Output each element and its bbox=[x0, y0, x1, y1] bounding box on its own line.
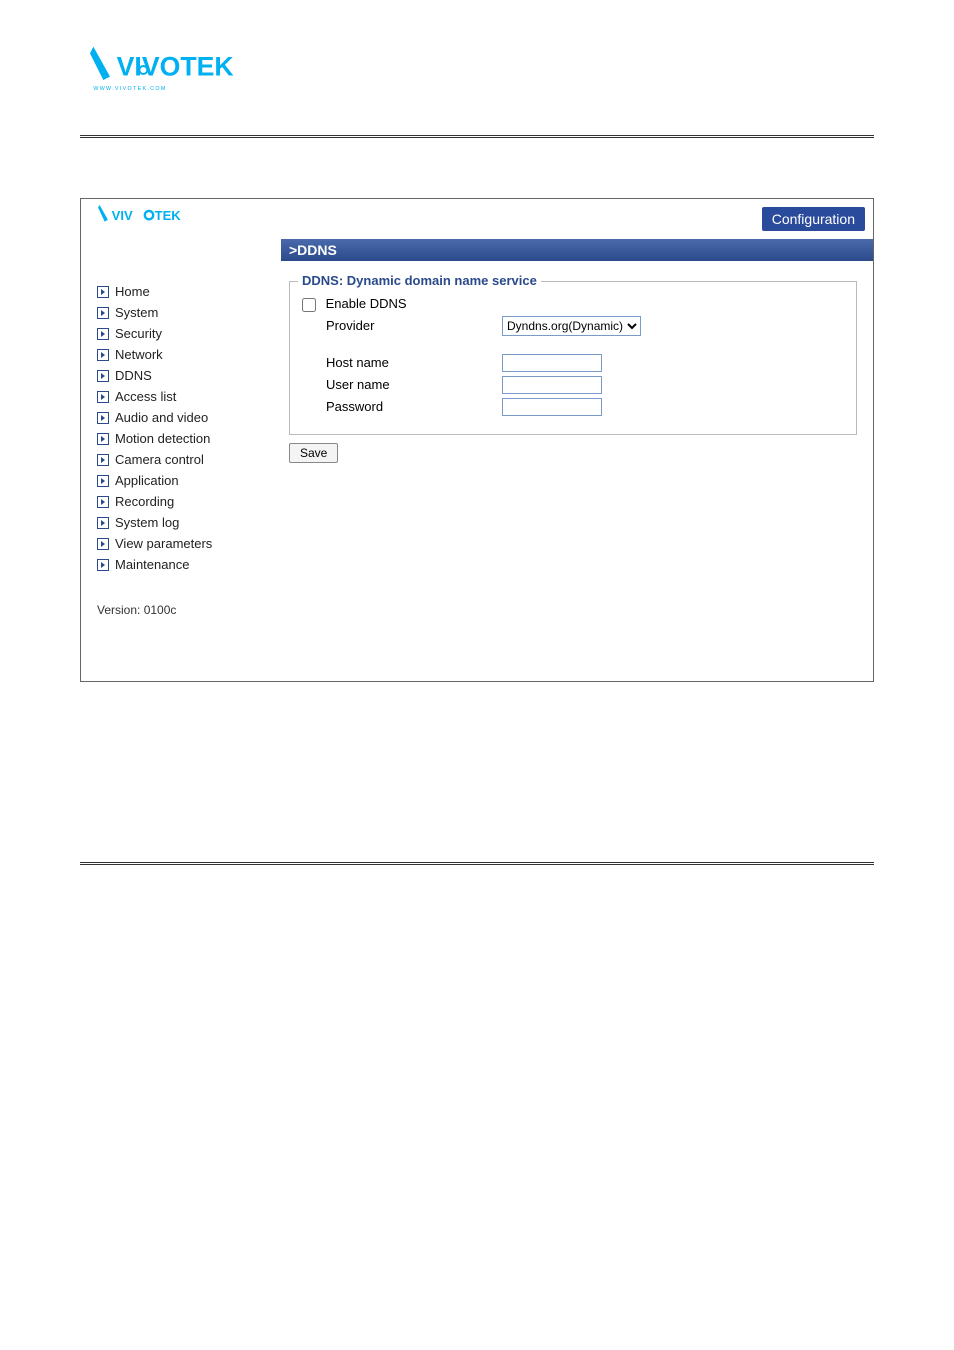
sidebar-item-view-parameters[interactable]: View parameters bbox=[97, 533, 269, 554]
arrow-icon bbox=[97, 328, 109, 340]
username-label: User name bbox=[302, 377, 502, 392]
sidebar-item-security[interactable]: Security bbox=[97, 323, 269, 344]
enable-ddns-text: Enable DDNS bbox=[326, 296, 407, 311]
sidebar-item-audio-video[interactable]: Audio and video bbox=[97, 407, 269, 428]
enable-ddns-checkbox[interactable] bbox=[302, 298, 316, 312]
arrow-icon bbox=[97, 517, 109, 529]
vivotek-logo-icon: VIVOTEK WWW.VIVOTEK.COM bbox=[80, 40, 280, 100]
enable-ddns-label[interactable]: Enable DDNS bbox=[302, 296, 407, 312]
sidebar-item-network[interactable]: Network bbox=[97, 344, 269, 365]
arrow-icon bbox=[97, 538, 109, 550]
fieldset-legend: DDNS: Dynamic domain name service bbox=[298, 273, 541, 288]
hostname-label: Host name bbox=[302, 355, 502, 370]
arrow-icon bbox=[97, 496, 109, 508]
sidebar-item-camera-control[interactable]: Camera control bbox=[97, 449, 269, 470]
sidebar-item-label: Audio and video bbox=[115, 410, 208, 425]
arrow-icon bbox=[97, 286, 109, 298]
arrow-icon bbox=[97, 559, 109, 571]
sidebar-item-motion-detection[interactable]: Motion detection bbox=[97, 428, 269, 449]
provider-label: Provider bbox=[302, 318, 502, 333]
sidebar-item-access-list[interactable]: Access list bbox=[97, 386, 269, 407]
password-row: Password bbox=[302, 398, 844, 416]
sidebar-item-label: Maintenance bbox=[115, 557, 189, 572]
sidebar-item-label: View parameters bbox=[115, 536, 212, 551]
arrow-icon bbox=[97, 454, 109, 466]
password-label: Password bbox=[302, 399, 502, 414]
arrow-icon bbox=[97, 475, 109, 487]
sidebar-item-recording[interactable]: Recording bbox=[97, 491, 269, 512]
sidebar-item-label: Network bbox=[115, 347, 163, 362]
app-header: VIV TEK Configuration bbox=[81, 199, 873, 239]
title-bar: >DDNS bbox=[281, 239, 873, 261]
app-frame: VIV TEK Configuration >DDNS Home System … bbox=[80, 198, 874, 682]
sidebar-item-label: System bbox=[115, 305, 158, 320]
page-logo: VIVOTEK WWW.VIVOTEK.COM bbox=[80, 40, 874, 105]
nav-list: Home System Security Network DDNS Access… bbox=[97, 281, 269, 575]
sidebar-item-label: Recording bbox=[115, 494, 174, 509]
svg-text:VIV: VIV bbox=[112, 207, 133, 222]
sidebar: Home System Security Network DDNS Access… bbox=[81, 261, 281, 681]
password-input[interactable] bbox=[502, 398, 602, 416]
sidebar-item-ddns[interactable]: DDNS bbox=[97, 365, 269, 386]
sidebar-item-label: Camera control bbox=[115, 452, 204, 467]
svg-text:TEK: TEK bbox=[155, 207, 182, 222]
sidebar-item-label: DDNS bbox=[115, 368, 152, 383]
sidebar-item-system-log[interactable]: System log bbox=[97, 512, 269, 533]
provider-select[interactable]: Dyndns.org(Dynamic) bbox=[502, 316, 641, 336]
arrow-icon bbox=[97, 412, 109, 424]
provider-row: Provider Dyndns.org(Dynamic) bbox=[302, 316, 844, 336]
svg-text:WWW.VIVOTEK.COM: WWW.VIVOTEK.COM bbox=[93, 86, 166, 92]
ddns-fieldset: DDNS: Dynamic domain name service Enable… bbox=[289, 281, 857, 435]
version-label: Version: 0100c bbox=[97, 603, 269, 617]
vivotek-small-logo-icon: VIV TEK bbox=[93, 200, 233, 234]
username-row: User name bbox=[302, 376, 844, 394]
sidebar-item-home[interactable]: Home bbox=[97, 281, 269, 302]
sidebar-item-label: Access list bbox=[115, 389, 176, 404]
sidebar-item-label: Motion detection bbox=[115, 431, 210, 446]
arrow-icon bbox=[97, 349, 109, 361]
enable-ddns-row: Enable DDNS bbox=[302, 296, 844, 312]
hostname-row: Host name bbox=[302, 354, 844, 372]
arrow-icon bbox=[97, 433, 109, 445]
sidebar-item-label: Application bbox=[115, 473, 179, 488]
sidebar-item-application[interactable]: Application bbox=[97, 470, 269, 491]
sidebar-item-maintenance[interactable]: Maintenance bbox=[97, 554, 269, 575]
arrow-icon bbox=[97, 391, 109, 403]
sidebar-item-label: System log bbox=[115, 515, 179, 530]
configuration-label: Configuration bbox=[762, 207, 865, 231]
spacer bbox=[302, 340, 844, 350]
svg-text:VIVOTEK: VIVOTEK bbox=[117, 51, 234, 81]
hostname-input[interactable] bbox=[502, 354, 602, 372]
divider-top bbox=[80, 135, 874, 138]
sidebar-item-label: Security bbox=[115, 326, 162, 341]
arrow-icon bbox=[97, 307, 109, 319]
app-body: Home System Security Network DDNS Access… bbox=[81, 261, 873, 681]
username-input[interactable] bbox=[502, 376, 602, 394]
save-button[interactable]: Save bbox=[289, 443, 338, 463]
sidebar-item-system[interactable]: System bbox=[97, 302, 269, 323]
app-header-logo: VIV TEK bbox=[93, 200, 233, 239]
divider-bottom bbox=[80, 862, 874, 865]
arrow-icon bbox=[97, 370, 109, 382]
sidebar-item-label: Home bbox=[115, 284, 150, 299]
content-area: DDNS: Dynamic domain name service Enable… bbox=[281, 261, 873, 681]
